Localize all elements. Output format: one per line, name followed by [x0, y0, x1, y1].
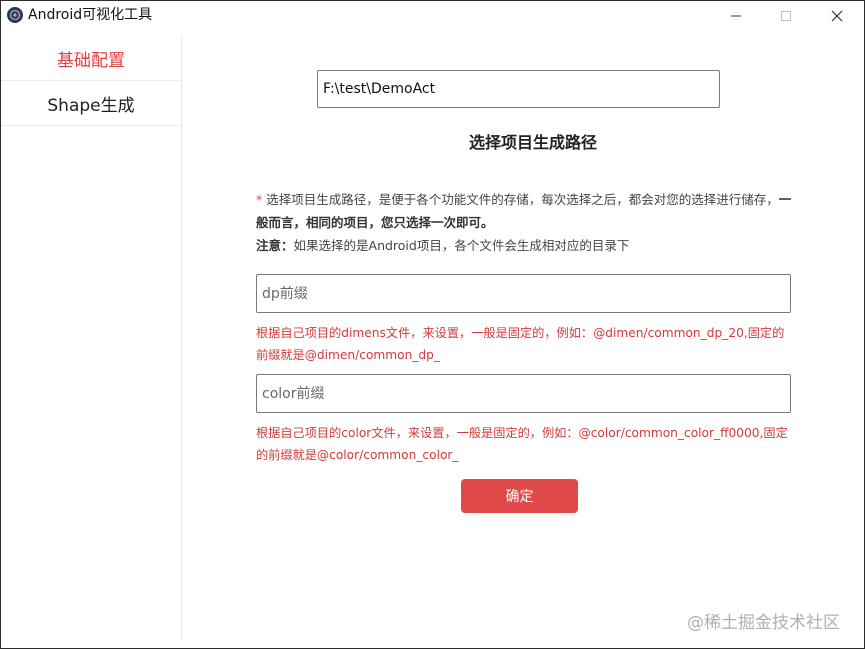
desc-text: 选择项目生成路径，是便于各个功能文件的存储，每次选择之后，都会对您的选择进行储存… [262, 192, 779, 207]
project-path-input[interactable] [317, 70, 720, 108]
close-icon [831, 10, 843, 22]
color-prefix-input[interactable] [256, 374, 791, 413]
dp-prefix-hint: 根据自己项目的dimens文件，来设置，一般是固定的，例如：@dimen/com… [256, 326, 785, 362]
maximize-icon [781, 11, 791, 21]
sidebar-item-label: Shape生成 [47, 95, 135, 116]
sidebar-item-shape-generate[interactable]: Shape生成 [1, 81, 181, 126]
confirm-button[interactable]: 确定 [461, 479, 578, 513]
minimize-icon [731, 15, 741, 17]
section-title: 选择项目生成路径 [468, 133, 597, 152]
note-label: 注意： [256, 238, 294, 253]
minimize-button[interactable] [713, 1, 759, 31]
maximize-button[interactable] [763, 1, 809, 31]
note-text: 如果选择的是Android项目，各个文件会生成相对应的目录下 [293, 238, 630, 253]
app-logo-icon [7, 7, 23, 23]
color-prefix-hint: 根据自己项目的color文件，来设置，一般是固定的，例如：@color/comm… [256, 426, 788, 462]
path-description: * 选择项目生成路径，是便于各个功能文件的存储，每次选择之后，都会对您的选择进行… [256, 188, 796, 257]
sidebar-item-label: 基础配置 [57, 50, 125, 71]
watermark-text: @稀土掘金技术社区 [687, 613, 840, 633]
window-title: Android可视化工具 [28, 7, 153, 23]
close-button[interactable] [814, 1, 860, 31]
main-panel: 选择项目生成路径 * 选择项目生成路径，是便于各个功能文件的存储，每次选择之后，… [182, 36, 864, 640]
sidebar: 基础配置 Shape生成 [1, 36, 182, 640]
app-window: Android可视化工具 基础配置 Shape生成 选择项目生成路径 [0, 0, 865, 649]
dp-prefix-input[interactable] [256, 274, 791, 313]
title-bar[interactable]: Android可视化工具 [1, 1, 864, 31]
sidebar-item-basic-config[interactable]: 基础配置 [1, 36, 181, 81]
